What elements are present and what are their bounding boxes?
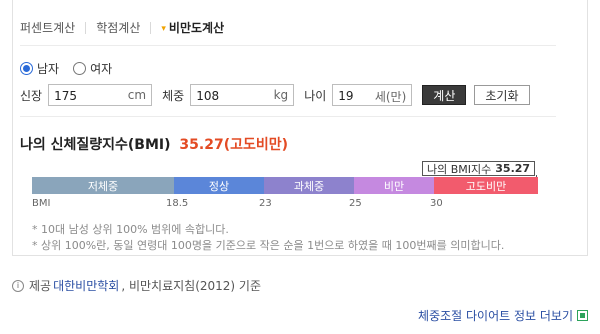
tick-label-bmi: BMI (32, 198, 51, 209)
scale-underweight: 저체중 (32, 177, 174, 194)
more-diet-info-label: 체중조절 다이어트 정보 더보기 (418, 309, 573, 323)
scale-overweight: 과체중 (264, 177, 354, 194)
scale-normal: 정상 (174, 177, 264, 194)
source-prefix: 제공 (29, 279, 52, 293)
height-field[interactable]: 175 cm (48, 84, 153, 106)
scale-obese: 비만 (354, 177, 434, 194)
bmi-scale-ticks: BMI 18.5 23 25 30 (32, 198, 538, 210)
note-definition: * 상위 100%란, 동일 연령대 100명을 기준으로 작은 순을 1번으로… (32, 239, 505, 252)
bmi-result-value: 35.27(고도비만) (179, 137, 289, 153)
gender-female-label: 여자 (90, 62, 113, 76)
external-link-icon (577, 310, 588, 321)
bmi-marker-label: 나의 BMI지수 (427, 162, 492, 176)
active-indicator-icon: ▾ (161, 23, 166, 34)
weight-label: 체중 (162, 88, 185, 103)
tick-18-5: 18.5 (166, 198, 189, 209)
reset-button[interactable]: 초기화 (474, 85, 530, 105)
tick-23: 23 (259, 198, 272, 209)
bmi-calculator-card (12, 0, 588, 256)
scale-severely-obese: 고도비만 (434, 177, 538, 194)
gender-male-label: 남자 (37, 62, 60, 76)
tab-bmi[interactable]: ▾ 비만도계산 (151, 21, 234, 36)
note-percentile: * 10대 남성 상위 100% 범위에 속합니다. (32, 223, 229, 236)
bmi-marker-tooltip: 나의 BMI지수 35.27 (422, 161, 536, 176)
gender-male-option[interactable]: 남자 (20, 60, 59, 77)
bmi-notes: * 10대 남성 상위 100% 범위에 속합니다. * 상위 100%란, 동… (32, 222, 504, 254)
weight-field[interactable]: 108 kg (190, 84, 295, 106)
section-divider (20, 116, 556, 117)
more-diet-info-link[interactable]: 체중조절 다이어트 정보 더보기 (418, 307, 588, 324)
info-icon: i (12, 279, 24, 292)
gender-male-radio[interactable] (20, 62, 33, 75)
calculator-tabs: 퍼센트계산 학점계산 ▾ 비만도계산 (20, 18, 234, 38)
age-unit: 세(만) (374, 90, 407, 104)
age-label: 나이 (304, 88, 327, 103)
source-info: i 제공 대한비만학회 , 비만치료지침(2012) 기준 (12, 277, 261, 294)
weight-unit: kg (273, 88, 289, 102)
age-field[interactable]: 19 세(만) (332, 84, 413, 106)
tick-25: 25 (349, 198, 362, 209)
bmi-result-title: 나의 신체질량지수(BMI) (20, 137, 171, 153)
bmi-marker-value: 35.27 (495, 162, 531, 175)
height-label: 신장 (20, 88, 43, 103)
calculate-button[interactable]: 계산 (422, 85, 467, 105)
weight-value: 108 (196, 89, 220, 103)
source-suffix: , 비만치료지침(2012) 기준 (121, 279, 262, 293)
tick-30: 30 (430, 198, 443, 209)
gender-selector: 남자 여자 (20, 60, 126, 77)
tab-grade[interactable]: 학점계산 (86, 21, 150, 35)
bmi-scale-bar: 저체중 정상 과체중 비만 고도비만 (32, 177, 538, 194)
bmi-result-heading: 나의 신체질량지수(BMI) 35.27(고도비만) (20, 134, 288, 154)
tab-percent[interactable]: 퍼센트계산 (20, 21, 85, 35)
gender-female-radio[interactable] (73, 62, 87, 75)
height-value: 175 (54, 89, 77, 103)
gender-female-option[interactable]: 여자 (73, 60, 112, 77)
height-unit: cm (127, 88, 147, 102)
source-link[interactable]: 대한비만학회 (53, 277, 119, 294)
age-value: 19 (338, 89, 354, 103)
tab-bmi-label: 비만도계산 (168, 20, 225, 35)
tabs-divider (20, 45, 556, 46)
body-inputs: 신장 175 cm 체중 108 kg 나이 19 세(만) 계산 초기화 (20, 84, 538, 106)
